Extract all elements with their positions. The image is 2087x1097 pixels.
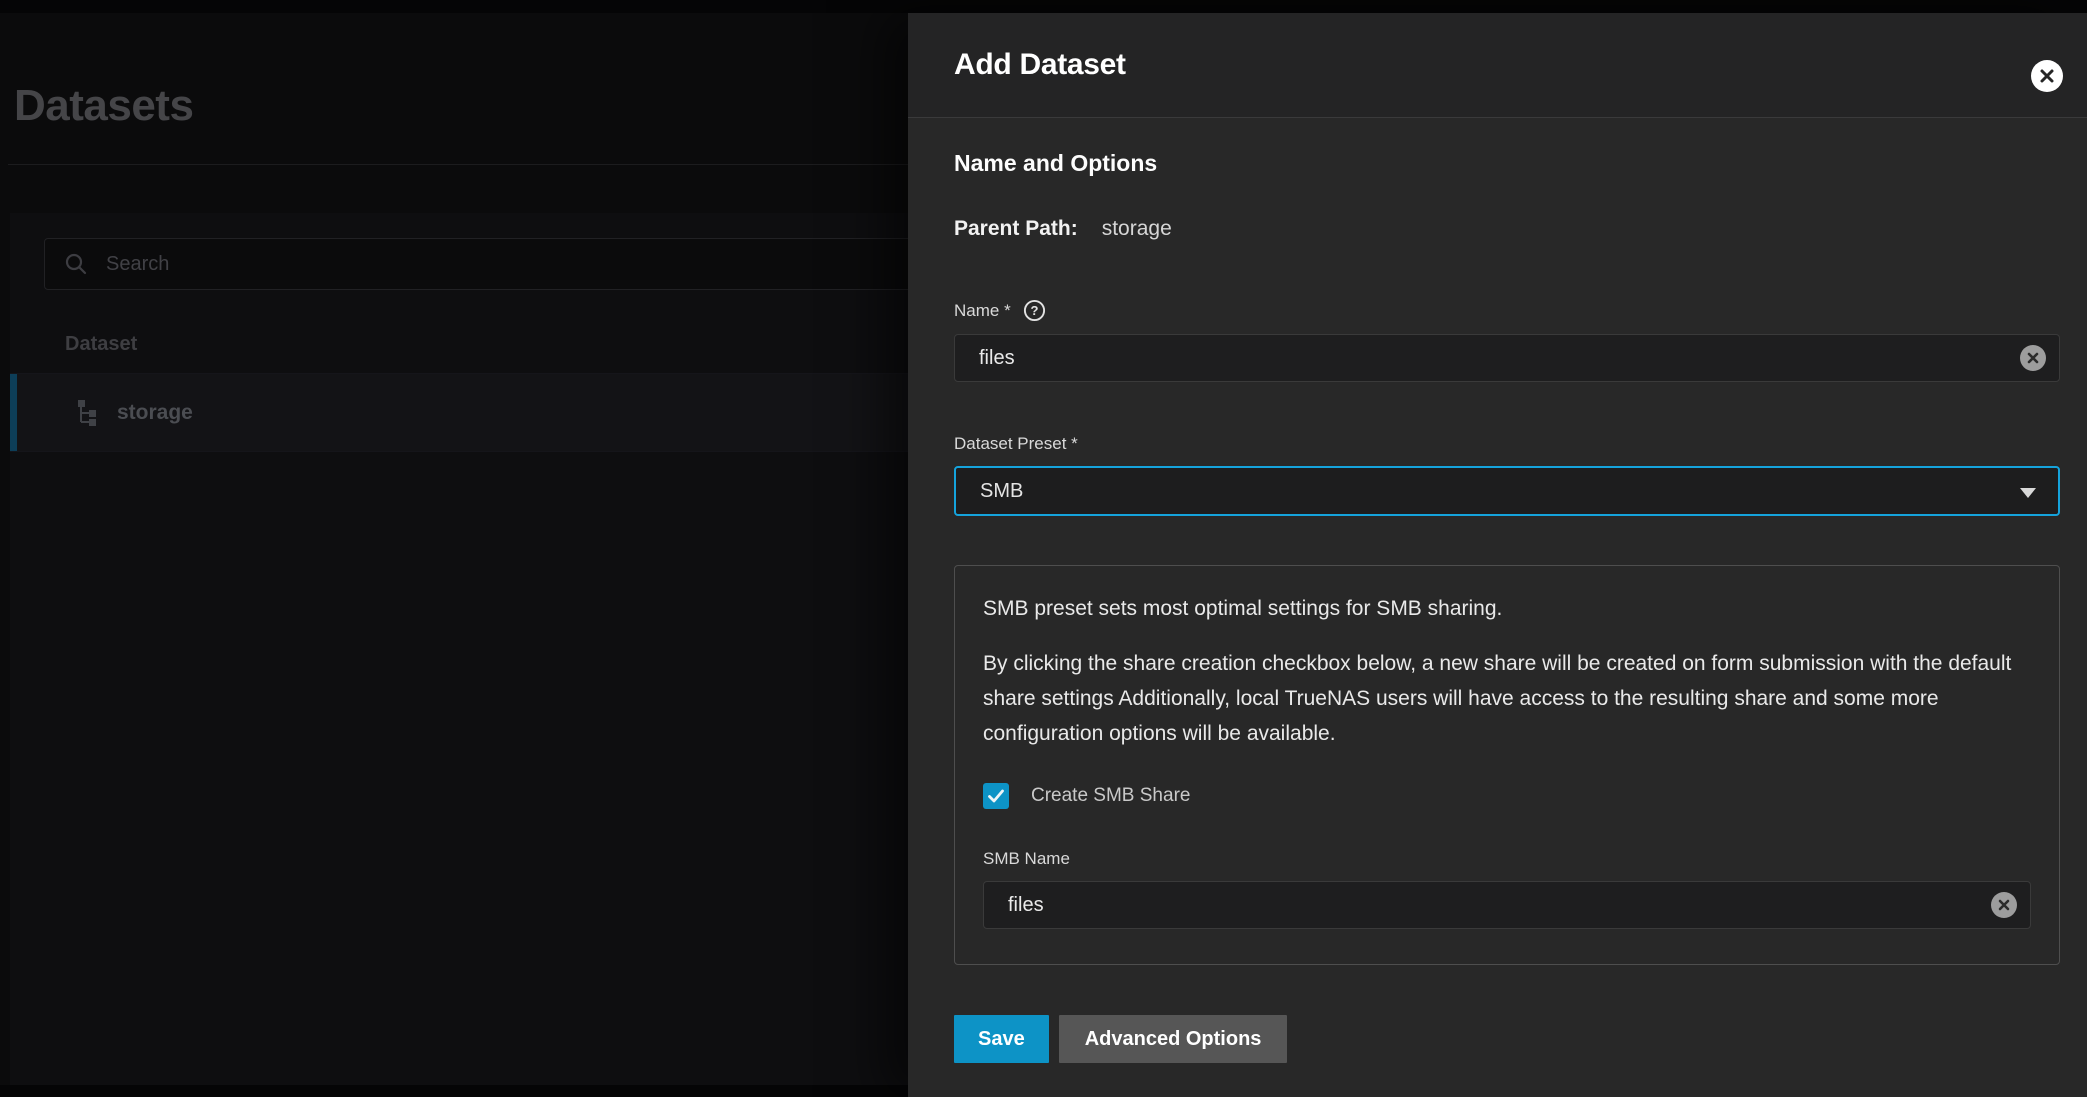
smb-name-input[interactable]: [983, 881, 2031, 929]
dataset-tree-icon: [73, 399, 101, 427]
info-text-line2: By clicking the share creation checkbox …: [983, 646, 2031, 751]
section-title: Name and Options: [954, 150, 2060, 177]
save-button[interactable]: Save: [954, 1015, 1049, 1063]
search-icon: [63, 251, 89, 277]
smb-preset-info-box: SMB preset sets most optimal settings fo…: [954, 565, 2060, 965]
parent-path-label: Parent Path:: [954, 217, 1078, 241]
create-smb-share-row: Create SMB Share: [983, 783, 2031, 809]
create-smb-share-label: Create SMB Share: [1031, 785, 1190, 807]
close-icon: [2039, 68, 2055, 84]
name-field-label-row: Name * ?: [954, 299, 2060, 322]
chevron-down-icon: [2020, 488, 2036, 498]
form-actions: Save Advanced Options: [954, 1015, 2060, 1063]
column-header-dataset: Dataset: [65, 333, 137, 356]
smb-name-input-wrap: [983, 881, 2031, 929]
page-title: Datasets: [14, 81, 193, 131]
preset-field-label: Dataset Preset *: [954, 434, 1078, 454]
create-smb-share-checkbox[interactable]: [983, 783, 1009, 809]
search-input[interactable]: Search: [106, 253, 169, 276]
svg-text:?: ?: [1030, 303, 1038, 318]
dataset-preset-select[interactable]: SMB: [954, 466, 2060, 516]
screen: Datasets Search Dataset: [0, 0, 2087, 1097]
preset-field-label-row: Dataset Preset *: [954, 434, 2060, 454]
advanced-options-button[interactable]: Advanced Options: [1059, 1015, 1288, 1063]
parent-path-row: Parent Path: storage: [954, 217, 2060, 241]
smb-name-label: SMB Name: [983, 849, 2031, 869]
clear-name-icon[interactable]: [2020, 345, 2046, 371]
parent-path-value: storage: [1102, 217, 1172, 241]
name-input[interactable]: [954, 334, 2060, 382]
info-text-line1: SMB preset sets most optimal settings fo…: [983, 596, 2031, 622]
selected-row-indicator: [10, 374, 17, 451]
checkmark-icon: [986, 786, 1006, 806]
panel-body: Name and Options Parent Path: storage Na…: [908, 118, 2087, 1097]
add-dataset-panel: Add Dataset Name and Options Parent Path…: [908, 13, 2087, 1097]
dataset-row-label: storage: [117, 401, 193, 425]
panel-header: Add Dataset: [908, 13, 2087, 117]
preset-selected-value: SMB: [980, 480, 1023, 503]
help-icon[interactable]: ?: [1023, 299, 1046, 322]
name-input-wrap: [954, 334, 2060, 382]
name-field-label: Name *: [954, 301, 1011, 321]
panel-title: Add Dataset: [954, 48, 1126, 82]
close-button[interactable]: [2031, 60, 2063, 92]
